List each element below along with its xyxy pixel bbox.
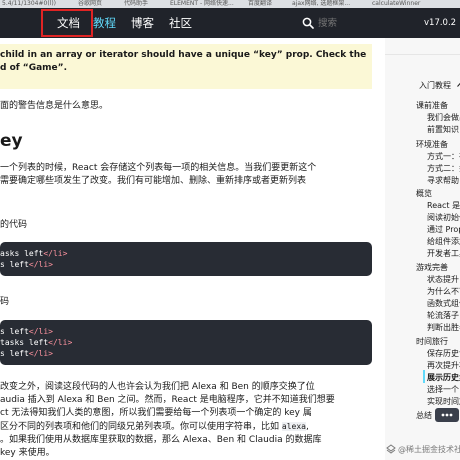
- nav-tutorial-link[interactable]: 教程: [93, 8, 116, 38]
- sidebar-item[interactable]: 实现时间旅: [427, 396, 460, 407]
- watermark-text: @稀土掘金技术社区: [398, 445, 460, 454]
- paragraph: 。如果我们使用从数据库里获取的数据，那么 Alexa、Ben 和 Claudia…: [0, 435, 322, 445]
- sidebar-divider: [385, 54, 460, 55]
- sidebar-item[interactable]: 前置知识: [427, 124, 459, 135]
- tutorial-sidebar: 入门教程 课前准备 我们会做出 前置知识 环境准备 方式一：在 方式二：搭 寻求…: [385, 38, 460, 460]
- top-navbar: 文档 教程 博客 社区 v17.0.2: [0, 8, 460, 38]
- bookmark-item[interactable]: 5.4/11/1304#0(l)): [2, 0, 56, 8]
- sidebar-item[interactable]: 再次提升状: [427, 360, 460, 371]
- sidebar-section[interactable]: 概览: [416, 188, 432, 199]
- paragraph: 区分不同的列表项和他们的同级兄弟列表项。你可以使用字符串，比如 alexa,: [0, 422, 309, 432]
- code-line: tasks left</li>: [0, 338, 73, 347]
- paragraph: ct 无法得知我们人类的意图，所以我们需要给每一个列表项一个确定的 key 属: [0, 408, 312, 418]
- main-content: child in an array or iterator should hav…: [0, 38, 385, 460]
- sidebar-item[interactable]: 寻求帮助: [427, 175, 459, 186]
- warning-line: d of “Game”.: [0, 63, 67, 73]
- code-block: s left</li> tasks left</li> s left</li>: [0, 320, 372, 365]
- code-line: s left</li>: [0, 260, 53, 269]
- paragraph: audia 插入到 Alexa 和 Ben 之间。然而，React 是电脑程序，…: [0, 395, 335, 405]
- inline-code: alexa: [281, 422, 306, 431]
- sidebar-section[interactable]: 环境准备: [416, 139, 448, 150]
- sidebar-item[interactable]: 阅读初始代: [427, 212, 460, 223]
- warning-line: child in an array or iterator should hav…: [0, 50, 367, 60]
- sidebar-item[interactable]: 我们会做出: [427, 112, 460, 123]
- paragraph: 面的警告信息是什么意思。: [0, 101, 109, 111]
- bookmark-item[interactable]: 谷歌网页: [78, 0, 102, 8]
- paragraph: 的代码: [0, 220, 28, 230]
- sidebar-item[interactable]: 函数式组件: [427, 298, 460, 309]
- juejin-logo-icon: [386, 444, 396, 454]
- sidebar-item[interactable]: 方式一：在: [427, 151, 460, 162]
- code-line: s left</li>: [0, 349, 53, 358]
- nav-blog-link[interactable]: 博客: [131, 8, 154, 38]
- search-icon[interactable]: [302, 17, 314, 29]
- sidebar-item[interactable]: 状态提升: [427, 274, 459, 285]
- code-line: asks left</li>: [0, 249, 68, 258]
- sidebar-item[interactable]: 通过 Props: [427, 224, 460, 235]
- floating-action-button[interactable]: [435, 408, 459, 422]
- code-line: s left</li>: [0, 327, 53, 336]
- sidebar-item[interactable]: 轮流落子: [427, 310, 459, 321]
- sidebar-item[interactable]: 为什么不可: [427, 286, 460, 297]
- bookmark-item[interactable]: 代码助手: [124, 0, 148, 8]
- paragraph: key 来使用。: [0, 448, 55, 458]
- sidebar-section[interactable]: 游戏完善: [416, 262, 448, 273]
- paragraph: 码: [0, 297, 10, 307]
- code-block: asks left</li> s left</li>: [0, 242, 372, 276]
- docs-highlight-box: [41, 9, 93, 37]
- sidebar-item[interactable]: 方式二：搭: [427, 163, 460, 174]
- sidebar-section[interactable]: 课前准备: [416, 100, 448, 111]
- sidebar-item[interactable]: 开发者工具: [427, 248, 460, 259]
- bookmark-item[interactable]: ajax网络, 选题框架...: [292, 0, 350, 8]
- sidebar-item[interactable]: 判断出胜者: [427, 322, 460, 333]
- version-label[interactable]: v17.0.2: [424, 8, 456, 38]
- sidebar-section[interactable]: 总结: [416, 410, 432, 421]
- paragraph: 需要确定哪些项发生了改变。我们有可能增加、删除、重新排序或者更新列表: [0, 176, 307, 186]
- bookmark-item[interactable]: 百度翻译: [248, 0, 272, 8]
- active-indicator: [423, 370, 425, 383]
- bookmark-item[interactable]: calculateWinner: [372, 0, 420, 8]
- paragraph: 一个列表的时候，React 会存储这个列表每一项的相关信息。当我们要更新这个: [0, 163, 317, 173]
- bookmark-item[interactable]: ELEMENT - 网络快速...: [170, 0, 234, 8]
- bookmarks-bar: 5.4/11/1304#0(l)) 谷歌网页 代码助手 ELEMENT - 网络…: [0, 0, 460, 8]
- search-input[interactable]: [318, 15, 388, 31]
- sidebar-item[interactable]: 选择一个 k: [427, 384, 460, 395]
- sidebar-item[interactable]: React 是什: [427, 200, 460, 211]
- sidebar-section[interactable]: 时间旅行: [416, 336, 448, 347]
- sidebar-item[interactable]: 给组件添加: [427, 236, 460, 247]
- paragraph: 改变之外，阅读这段代码的人也许会认为我们把 Alexa 和 Ben 的顺序交换了…: [0, 382, 315, 392]
- sidebar-item[interactable]: 保存历史记: [427, 348, 460, 359]
- warning-callout: child in an array or iterator should hav…: [0, 44, 372, 89]
- sidebar-title[interactable]: 入门教程: [419, 80, 451, 91]
- section-heading: ey: [0, 131, 23, 151]
- nav-community-link[interactable]: 社区: [169, 8, 192, 38]
- sidebar-item-active[interactable]: 展示历史步: [427, 372, 460, 383]
